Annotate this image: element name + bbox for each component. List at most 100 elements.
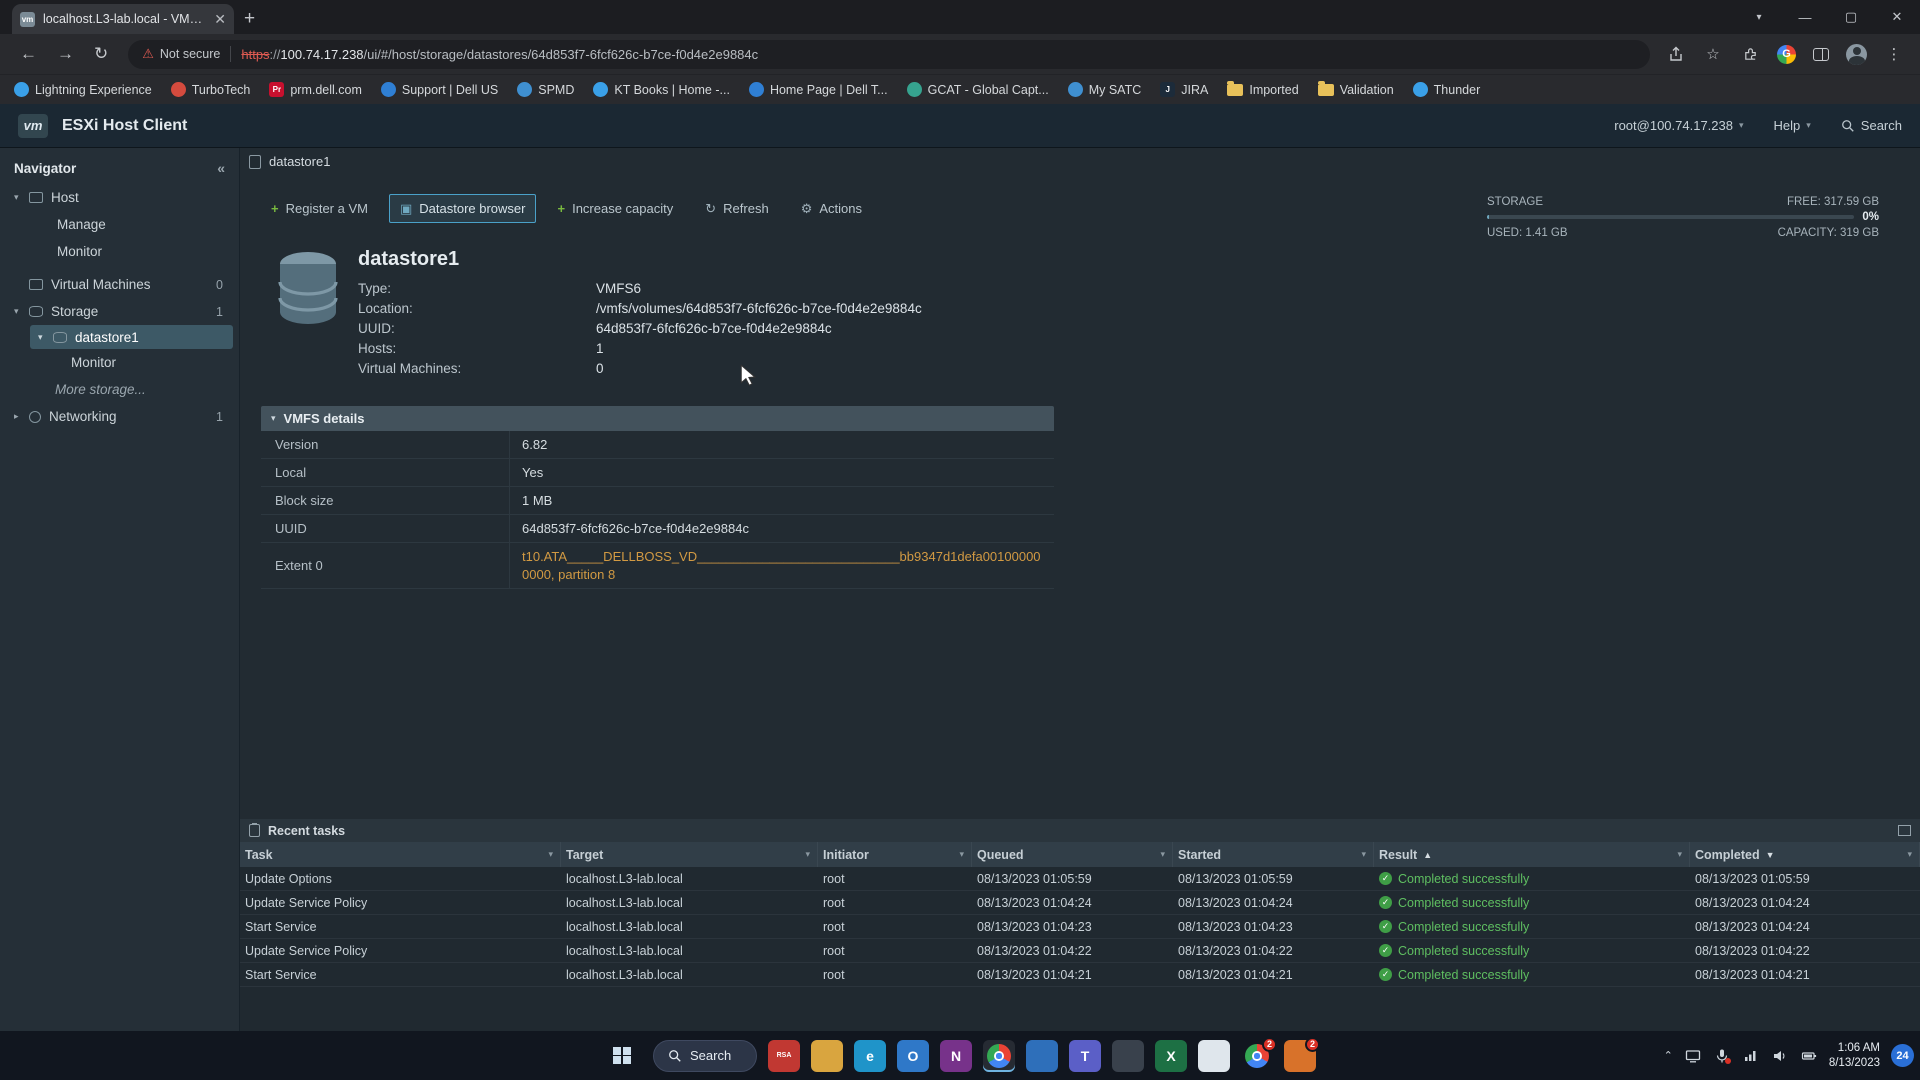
column-header[interactable]: Initiator ▾ xyxy=(818,842,972,867)
chevron-down-icon[interactable]: ▾ xyxy=(14,306,29,317)
bookmark-item[interactable]: GCAT - Global Capt... xyxy=(907,82,1049,97)
tab-search-icon[interactable]: ▾ xyxy=(1736,0,1782,34)
volume-icon[interactable] xyxy=(1771,1047,1789,1065)
bookmark-item[interactable]: Thunder xyxy=(1413,82,1481,97)
back-button[interactable]: ← xyxy=(20,44,37,64)
table-row[interactable]: Start Service localhost.L3-lab.local roo… xyxy=(240,963,1920,987)
taskbar-app-icon[interactable] xyxy=(983,1040,1015,1072)
new-tab-button[interactable]: + xyxy=(244,8,255,30)
tab-close-icon[interactable]: ✕ xyxy=(214,11,226,28)
minimize-button[interactable]: — xyxy=(1782,0,1828,34)
taskbar-app-icon[interactable]: RSA xyxy=(768,1040,800,1072)
column-header[interactable]: Target ▾ xyxy=(561,842,818,867)
table-row[interactable]: Update Service Policy localhost.L3-lab.l… xyxy=(240,939,1920,963)
taskbar-app-icon[interactable] xyxy=(1026,1040,1058,1072)
header-search[interactable]: Search xyxy=(1841,118,1902,133)
hidden-icons-chevron[interactable]: ⌃ xyxy=(1664,1049,1673,1062)
bookmark-item[interactable]: Support | Dell US xyxy=(381,82,498,97)
increase-capacity-button[interactable]: + Increase capacity xyxy=(546,194,684,223)
table-row[interactable]: Update Service Policy localhost.L3-lab.l… xyxy=(240,891,1920,915)
chevron-down-icon[interactable]: ▾ xyxy=(1907,849,1912,860)
bookmark-item[interactable]: SPMD xyxy=(517,82,574,97)
sidebar-item-monitor[interactable]: Monitor xyxy=(0,238,239,265)
close-button[interactable]: ✕ xyxy=(1874,0,1920,34)
sidebar-item-storage[interactable]: ▾ Storage 1 xyxy=(0,298,239,325)
bookmark-item[interactable]: J JIRA xyxy=(1160,82,1208,97)
sidebar-item-datastore-monitor[interactable]: Monitor xyxy=(0,349,239,376)
extent-link[interactable]: t10.ATA_____DELLBOSS_VD_________________… xyxy=(510,543,1054,588)
vmfs-details-header[interactable]: ▾ VMFS details xyxy=(261,406,1054,431)
browser-menu-icon[interactable]: ⋮ xyxy=(1884,44,1904,64)
column-header[interactable]: Queued ▾ xyxy=(972,842,1173,867)
table-row[interactable]: Update Options localhost.L3-lab.local ro… xyxy=(240,867,1920,891)
profile-avatar[interactable] xyxy=(1846,44,1867,65)
bookmark-star-icon[interactable]: ☆ xyxy=(1703,44,1723,64)
taskbar-clock[interactable]: 1:06 AM 8/13/2023 xyxy=(1829,1041,1880,1070)
actions-button[interactable]: ⚙ Actions xyxy=(790,194,873,223)
taskbar-app-icon[interactable] xyxy=(1112,1040,1144,1072)
chevron-down-icon[interactable]: ▾ xyxy=(14,192,29,203)
security-warning-icon[interactable]: ⚠ xyxy=(142,46,154,62)
column-header[interactable]: Result ▲ ▾ xyxy=(1374,842,1690,867)
chevron-right-icon[interactable]: ▸ xyxy=(14,411,29,422)
notification-center-badge[interactable]: 24 xyxy=(1891,1044,1914,1067)
sidebar-item-manage[interactable]: Manage xyxy=(0,211,239,238)
bookmark-item[interactable]: Lightning Experience xyxy=(14,82,152,97)
bookmark-item[interactable]: Validation xyxy=(1318,83,1394,97)
taskbar-app-icon[interactable]: T xyxy=(1069,1040,1101,1072)
bookmark-item[interactable]: KT Books | Home -... xyxy=(593,82,730,97)
mic-muted-icon[interactable] xyxy=(1713,1047,1731,1065)
column-header[interactable]: Task ▾ xyxy=(240,842,561,867)
expand-tasks-icon[interactable] xyxy=(1898,825,1911,836)
sidebar-item-host[interactable]: ▾ Host xyxy=(0,184,239,211)
battery-icon[interactable] xyxy=(1800,1047,1818,1065)
recent-tasks-header[interactable]: Recent tasks xyxy=(240,819,1920,842)
column-header[interactable]: Completed ▼ ▾ xyxy=(1690,842,1920,867)
table-row[interactable]: Start Service localhost.L3-lab.local roo… xyxy=(240,915,1920,939)
chevron-down-icon[interactable]: ▾ xyxy=(548,849,553,860)
bookmark-item[interactable]: My SATC xyxy=(1068,82,1142,97)
bookmark-item[interactable]: TurboTech xyxy=(171,82,251,97)
chevron-down-icon[interactable]: ▾ xyxy=(38,332,53,343)
taskbar-app-icon[interactable] xyxy=(1198,1040,1230,1072)
chevron-down-icon[interactable]: ▾ xyxy=(1160,849,1165,860)
display-icon[interactable] xyxy=(1684,1047,1702,1065)
taskbar-app-icon[interactable] xyxy=(811,1040,843,1072)
extensions-icon[interactable] xyxy=(1740,44,1760,64)
chevron-down-icon[interactable]: ▾ xyxy=(1677,849,1682,860)
sidebar-item-networking[interactable]: ▸ Networking 1 xyxy=(0,403,239,430)
sidebar-item-datastore1[interactable]: ▾ datastore1 xyxy=(30,325,233,349)
bookmark-item[interactable]: Imported xyxy=(1227,83,1298,97)
split-screen-icon[interactable] xyxy=(1813,48,1829,61)
start-button[interactable] xyxy=(602,1036,642,1076)
share-icon[interactable] xyxy=(1666,44,1686,64)
refresh-button[interactable]: ↻ Refresh xyxy=(694,194,779,223)
maximize-button[interactable]: ▢ xyxy=(1828,0,1874,34)
taskbar-app-icon[interactable]: X xyxy=(1155,1040,1187,1072)
sidebar-item-more-storage[interactable]: More storage... xyxy=(0,376,239,403)
sidebar-item-virtual-machines[interactable]: Virtual Machines 0 xyxy=(0,271,239,298)
network-icon[interactable] xyxy=(1742,1047,1760,1065)
register-vm-button[interactable]: + Register a VM xyxy=(260,194,379,223)
user-menu[interactable]: root@100.74.17.238▾ xyxy=(1614,118,1743,133)
datastore-browser-button[interactable]: ▣ Datastore browser xyxy=(389,194,537,223)
chevron-down-icon[interactable]: ▾ xyxy=(959,849,964,860)
bookmark-item[interactable]: Home Page | Dell T... xyxy=(749,82,888,97)
taskbar-app-icon[interactable]: 2 xyxy=(1241,1040,1273,1072)
url-bar[interactable]: ⚠ Not secure https://100.74.17.238/ui/#/… xyxy=(128,40,1650,69)
collapse-sidebar-icon[interactable]: « xyxy=(217,160,225,176)
taskbar-app-icon[interactable]: e xyxy=(854,1040,886,1072)
help-menu[interactable]: Help▾ xyxy=(1774,118,1811,133)
browser-tab[interactable]: vm localhost.L3-lab.local - VMware E ✕ xyxy=(12,4,234,34)
google-account-icon[interactable]: G xyxy=(1777,45,1796,64)
bookmark-item[interactable]: Pr prm.dell.com xyxy=(269,82,362,97)
column-header[interactable]: Started ▾ xyxy=(1173,842,1374,867)
taskbar-app-icon[interactable]: O xyxy=(897,1040,929,1072)
forward-button[interactable]: → xyxy=(57,44,74,64)
reload-button[interactable]: ↻ xyxy=(94,44,108,64)
taskbar-app-icon[interactable]: N xyxy=(940,1040,972,1072)
chevron-down-icon[interactable]: ▾ xyxy=(1361,849,1366,860)
taskbar-app-icon[interactable]: 2 xyxy=(1284,1040,1316,1072)
chevron-down-icon[interactable]: ▾ xyxy=(805,849,810,860)
taskbar-search[interactable]: Search xyxy=(653,1040,757,1072)
